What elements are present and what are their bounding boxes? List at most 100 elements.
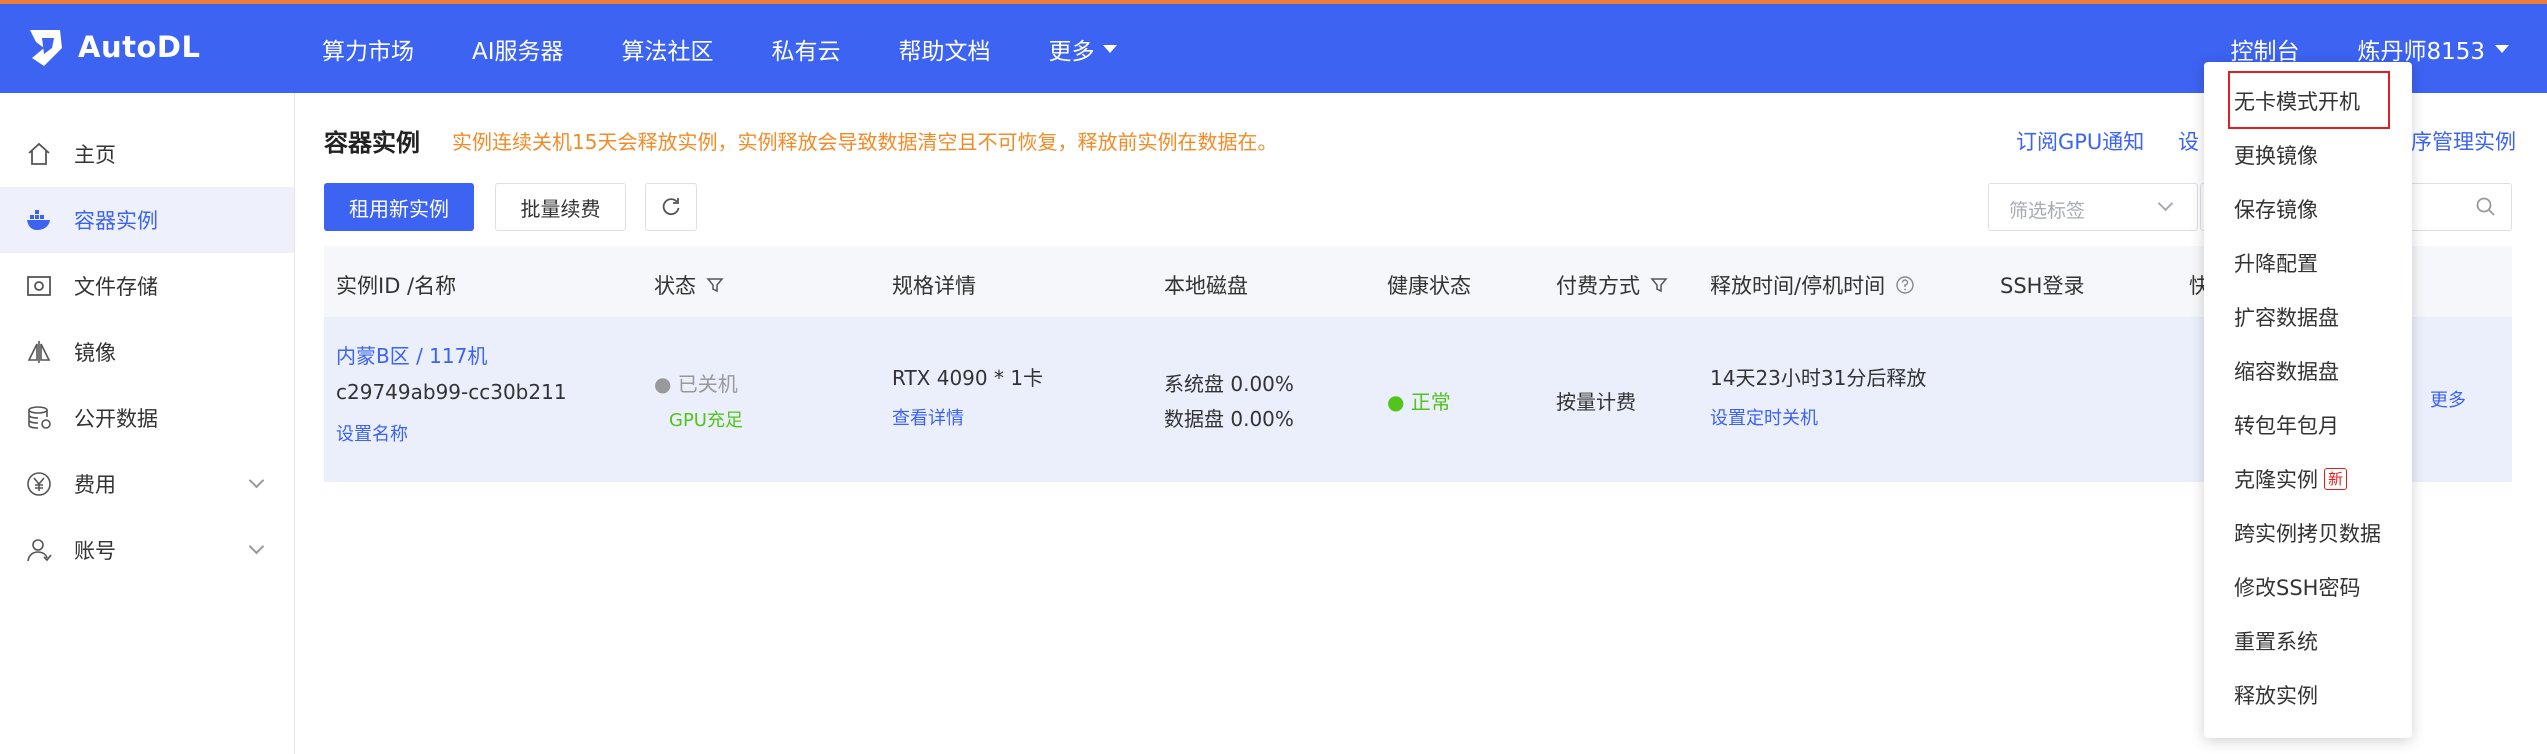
subscribe-gpu-notify-link[interactable]: 订阅GPU通知: [2016, 126, 2144, 156]
status-badge: ● 已关机: [654, 372, 738, 396]
rent-new-instance-button[interactable]: 租用新实例: [324, 183, 474, 231]
col-status[interactable]: 状态: [654, 270, 724, 300]
sidebar-item-home[interactable]: 主页: [0, 121, 294, 187]
menu-item-shrink-data-disk[interactable]: 缩容数据盘: [2234, 356, 2339, 386]
billing-mode: 按量计费: [1556, 390, 1636, 414]
table-header: 实例ID /名称 状态 规格详情 本地磁盘 健康状态 付费方式 释放时间/停机时…: [324, 246, 2512, 318]
help-circle-icon[interactable]: [1895, 275, 1915, 295]
sidebar-item-label: 公开数据: [74, 407, 158, 431]
col-disk: 本地磁盘: [1164, 274, 1248, 298]
sidebar-item-public-data[interactable]: 公开数据: [0, 385, 294, 451]
home-icon: [24, 139, 54, 169]
manage-instances-link[interactable]: 序管理实例: [2411, 126, 2516, 156]
nav-more[interactable]: 更多: [1049, 32, 1117, 66]
sidebar-item-label: 费用: [74, 473, 116, 497]
col-billing[interactable]: 付费方式: [1556, 270, 1668, 300]
console-link[interactable]: 控制台: [2230, 32, 2299, 66]
data-disk-usage: 数据盘 0.00%: [1164, 407, 1294, 431]
menu-item-change-image[interactable]: 更换镜像: [2234, 140, 2318, 170]
set-name-link[interactable]: 设置名称: [336, 420, 408, 446]
sidebar: 主页 容器实例 文件存储 镜像 公开数据 费用 账号: [0, 93, 295, 754]
tag-filter-placeholder: 筛选标签: [2009, 200, 2086, 222]
menu-item-release-instance[interactable]: 释放实例: [2234, 680, 2318, 710]
menu-item-change-ssh-password[interactable]: 修改SSH密码: [2234, 572, 2360, 602]
menu-item-change-config[interactable]: 升降配置: [2234, 248, 2318, 278]
username: 炼丹师8153: [2357, 38, 2485, 65]
menu-item-convert-monthly[interactable]: 转包年包月: [2234, 410, 2339, 440]
nav-algorithm-community[interactable]: 算法社区: [622, 32, 714, 66]
chevron-down-icon: [248, 538, 265, 555]
menu-item-clone-instance[interactable]: 克隆实例新: [2234, 464, 2348, 494]
set-scheduled-shutdown-link[interactable]: 设置定时关机: [1710, 404, 1818, 430]
docker-icon: [24, 205, 54, 235]
image-icon: [24, 337, 54, 367]
sidebar-item-file-storage[interactable]: 文件存储: [0, 253, 294, 319]
user-icon: [24, 535, 54, 565]
release-warning: 实例连续关机15天会释放实例，实例释放会导致数据清空且不可恢复，释放前实例在数据…: [452, 130, 1278, 154]
nav-private-cloud[interactable]: 私有云: [772, 32, 841, 66]
table-row: 内蒙B区 / 117机 c29749ab99-cc30b211 设置名称 ● 已…: [324, 318, 2512, 482]
menu-item-expand-data-disk[interactable]: 扩容数据盘: [2234, 302, 2339, 332]
filter-icon[interactable]: [1650, 276, 1668, 294]
sidebar-item-label: 容器实例: [74, 209, 158, 233]
sidebar-item-label: 镜像: [74, 341, 116, 365]
system-disk-usage: 系统盘 0.00%: [1164, 372, 1294, 396]
sidebar-item-container-instance[interactable]: 容器实例: [0, 187, 294, 253]
yen-icon: [24, 469, 54, 499]
database-icon: [24, 403, 54, 433]
filter-icon[interactable]: [706, 276, 724, 294]
release-countdown: 14天23小时31分后释放: [1710, 366, 1927, 390]
more-actions-dropdown: 无卡模式开机 更换镜像 保存镜像 升降配置 扩容数据盘 缩容数据盘 转包年包月 …: [2204, 62, 2412, 738]
view-detail-link[interactable]: 查看详情: [892, 404, 964, 430]
page-title: 容器实例: [324, 129, 420, 157]
batch-renew-button[interactable]: 批量续费: [495, 183, 626, 231]
sidebar-item-label: 文件存储: [74, 275, 158, 299]
caret-down-icon: [1102, 44, 1117, 53]
sidebar-item-image[interactable]: 镜像: [0, 319, 294, 385]
refresh-icon: [662, 198, 680, 216]
nav-help-docs[interactable]: 帮助文档: [899, 32, 991, 66]
nav-compute-market[interactable]: 算力市场: [322, 32, 414, 66]
caret-down-icon: [2495, 44, 2509, 53]
instance-region-link[interactable]: 内蒙B区 / 117机: [336, 340, 487, 369]
settings-link[interactable]: 设: [2178, 126, 2199, 156]
chevron-down-icon: [2157, 195, 2174, 212]
brand-name: AutoDL: [78, 30, 201, 64]
nav-more-label: 更多: [1048, 38, 1095, 65]
sidebar-item-label: 账号: [74, 539, 116, 563]
menu-item-label: 克隆实例: [2234, 468, 2318, 492]
col-ssh-login: SSH登录: [2000, 274, 2085, 298]
user-menu[interactable]: 炼丹师8153: [2357, 32, 2509, 66]
autodl-logo[interactable]: AutoDL: [22, 24, 200, 70]
col-spec: 规格详情: [892, 274, 976, 298]
col-health: 健康状态: [1387, 274, 1471, 298]
more-actions-link[interactable]: 更多: [2430, 386, 2466, 412]
sidebar-item-billing[interactable]: 费用: [0, 451, 294, 517]
menu-item-cross-copy-data[interactable]: 跨实例拷贝数据: [2234, 518, 2381, 548]
main-nav: 算力市场 AI服务器 算法社区 私有云 帮助文档 更多: [322, 4, 1175, 93]
sidebar-item-label: 主页: [74, 143, 116, 167]
new-badge: 新: [2324, 468, 2348, 490]
storage-icon: [24, 271, 54, 301]
spec-detail: RTX 4090 * 1卡: [892, 366, 1044, 390]
col-status-label: 状态: [654, 274, 696, 298]
menu-item-reset-system[interactable]: 重置系统: [2234, 626, 2318, 656]
col-release-time: 释放时间/停机时间: [1710, 270, 1915, 300]
tag-filter-select[interactable]: 筛选标签: [1988, 183, 2198, 231]
health-status: ● 正常: [1387, 390, 1451, 414]
menu-item-cardless-boot[interactable]: 无卡模式开机: [2234, 86, 2360, 116]
sidebar-item-account[interactable]: 账号: [0, 517, 294, 583]
nav-ai-server[interactable]: AI服务器: [472, 32, 564, 66]
refresh-button[interactable]: [645, 183, 697, 231]
search-icon: [2476, 197, 2495, 216]
autodl-logo-icon: [30, 30, 62, 66]
col-instance-id: 实例ID /名称: [336, 274, 457, 298]
top-navbar: AutoDL 算力市场 AI服务器 算法社区 私有云 帮助文档 更多 控制台 炼…: [0, 4, 2547, 93]
gpu-status: GPU充足: [669, 410, 743, 431]
instance-table: 实例ID /名称 状态 规格详情 本地磁盘 健康状态 付费方式 释放时间/停机时…: [324, 246, 2512, 482]
col-billing-label: 付费方式: [1556, 274, 1640, 298]
instance-id: c29749ab99-cc30b211: [336, 380, 567, 404]
menu-item-save-image[interactable]: 保存镜像: [2234, 194, 2318, 224]
col-release-label: 释放时间/停机时间: [1710, 274, 1886, 298]
chevron-down-icon: [248, 472, 265, 489]
